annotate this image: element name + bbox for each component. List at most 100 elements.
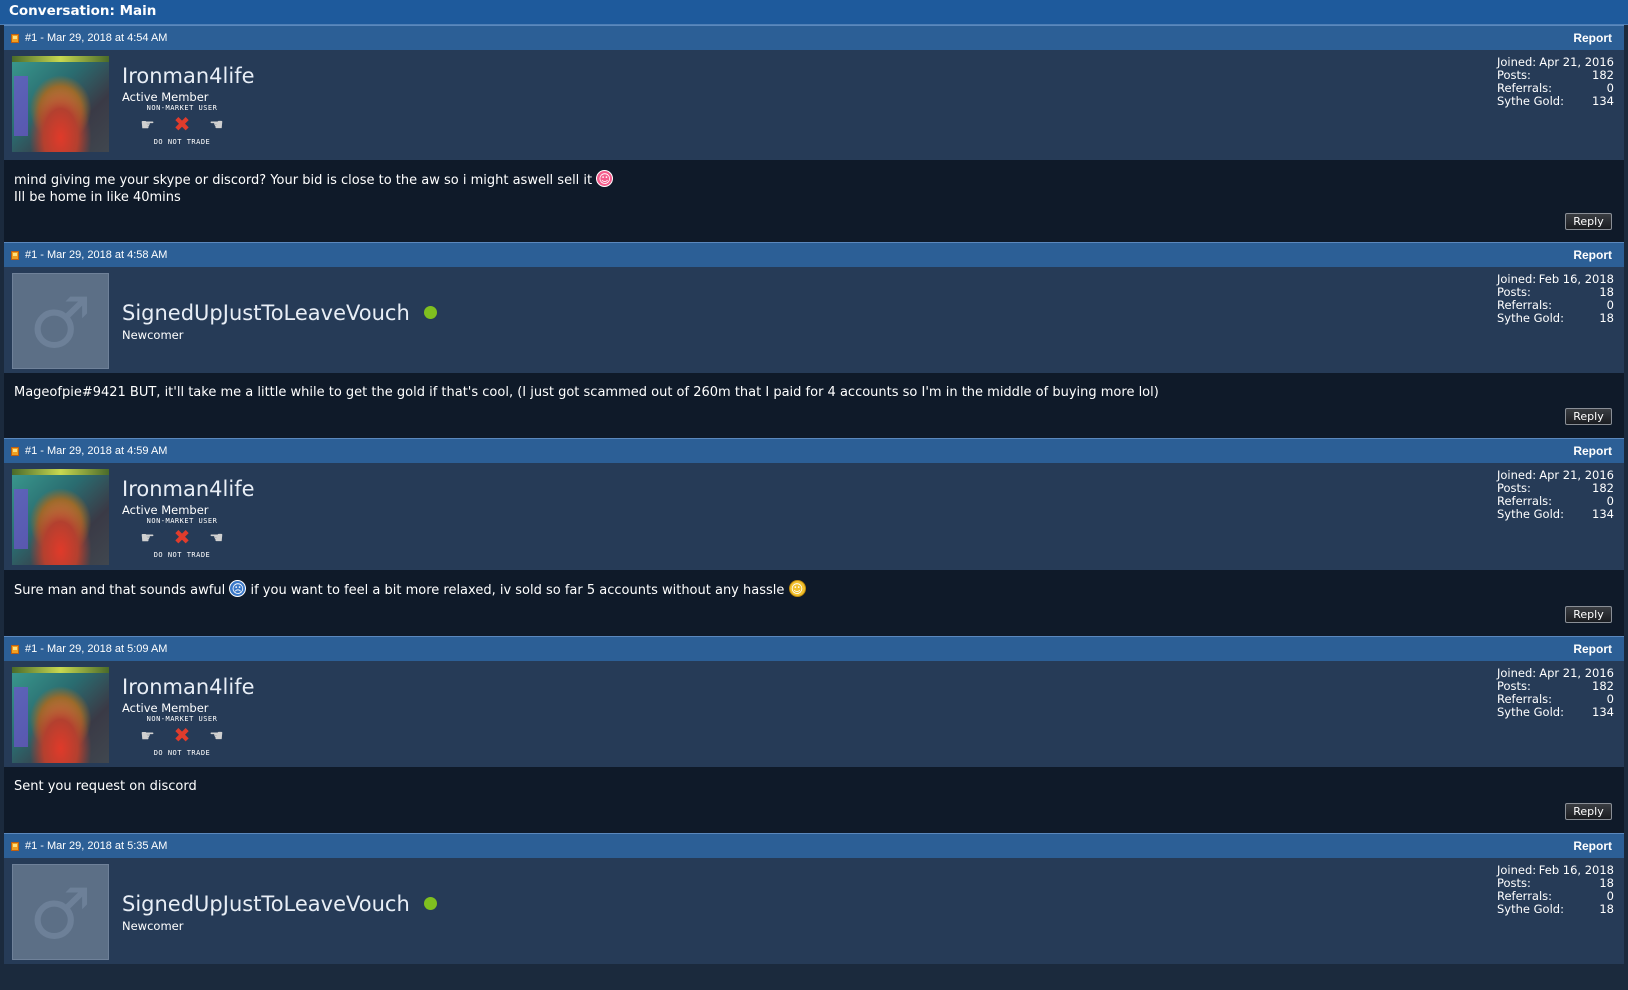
badge-bottom-text: DO NOT TRADE <box>153 551 211 559</box>
user-title: Active Member <box>122 701 209 715</box>
user-info: ♂ SignedUpJustToLeaveVouch Newcomer Join… <box>4 267 1624 373</box>
message-text: Sure man and that sounds awful <box>14 583 226 598</box>
post: #1 - Mar 29, 2018 at 4:58 AM Report ♂ Si… <box>4 242 1624 438</box>
post: #1 - Mar 29, 2018 at 4:54 AM Report Iron… <box>4 25 1624 242</box>
hand-money-icon: ☛ <box>140 725 155 745</box>
report-link[interactable]: Report <box>1573 642 1612 656</box>
hand-icon: ☚ <box>209 527 224 547</box>
report-link[interactable]: Report <box>1573 444 1612 458</box>
cross-icon: ✖ <box>173 112 191 136</box>
user-info: ♂ SignedUpJustToLeaveVouch Newcomer Join… <box>4 858 1624 964</box>
reply-button[interactable]: Reply <box>1565 606 1612 623</box>
user-title: Newcomer <box>122 919 184 933</box>
post-date[interactable]: #1 - Mar 29, 2018 at 4:58 AM <box>25 249 167 261</box>
non-market-user-badge: NON-MARKET USER ☛ ✖ ☚ DO NOT TRADE <box>131 517 233 559</box>
online-indicator-icon <box>423 896 437 910</box>
stat-gold: 134 <box>1592 94 1614 108</box>
username[interactable]: Ironman4life <box>122 675 255 699</box>
post-header: #1 - Mar 29, 2018 at 4:54 AM Report <box>4 25 1624 50</box>
reply-button[interactable]: Reply <box>1565 213 1612 230</box>
user-stats: Joined: Feb 16, 2018 Posts: 18 Referrals: 0… <box>1497 273 1614 325</box>
badge-top-text: NON-MARKET USER <box>146 715 218 723</box>
post-header: #1 - Mar 29, 2018 at 5:09 AM Report <box>4 636 1624 661</box>
post-icon <box>11 841 19 851</box>
reply-button[interactable]: Reply <box>1565 803 1612 820</box>
user-title: Active Member <box>122 90 209 104</box>
reply-button[interactable]: Reply <box>1565 408 1612 425</box>
avatar[interactable] <box>12 56 109 152</box>
hand-money-icon: ☛ <box>140 527 155 547</box>
username-text[interactable]: SignedUpJustToLeaveVouch <box>122 892 410 916</box>
user-stats: Joined: Feb 16, 2018 Posts: 18 Referrals: 0… <box>1497 864 1614 916</box>
non-market-user-badge: NON-MARKET USER ☛ ✖ ☚ DO NOT TRADE <box>131 715 233 757</box>
message-body: Sure man and that sounds awful ☹ if you … <box>4 570 1624 636</box>
user-info: Ironman4life Active Member NON-MARKET US… <box>4 463 1624 570</box>
male-symbol-icon: ♂ <box>29 282 92 364</box>
post-date[interactable]: #1 - Mar 29, 2018 at 4:54 AM <box>25 32 167 44</box>
post-icon <box>11 33 19 43</box>
badge-bottom-text: DO NOT TRADE <box>153 749 211 757</box>
message-body: Sent you request on discord Reply <box>4 767 1624 833</box>
avatar[interactable] <box>12 667 109 763</box>
username[interactable]: SignedUpJustToLeaveVouch <box>122 301 437 325</box>
post: #1 - Mar 29, 2018 at 4:59 AM Report Iron… <box>4 438 1624 636</box>
message-text: mind giving me your skype or discord? Yo… <box>14 173 593 188</box>
user-title: Newcomer <box>122 328 184 342</box>
user-stats: Joined: Apr 21, 2016 Posts: 182 Referrals:… <box>1497 667 1614 719</box>
badge-top-text: NON-MARKET USER <box>146 104 218 112</box>
cross-icon: ✖ <box>173 723 191 747</box>
online-indicator-icon <box>423 305 437 319</box>
stat-label: Sythe Gold: <box>1497 705 1564 719</box>
badge-top-text: NON-MARKET USER <box>146 517 218 525</box>
post-date[interactable]: #1 - Mar 29, 2018 at 5:35 AM <box>25 840 167 852</box>
non-market-user-badge: NON-MARKET USER ☛ ✖ ☚ DO NOT TRADE <box>131 104 233 146</box>
post: #1 - Mar 29, 2018 at 5:09 AM Report Iron… <box>4 636 1624 833</box>
username[interactable]: Ironman4life <box>122 64 255 88</box>
stat-label: Sythe Gold: <box>1497 94 1564 108</box>
post-header: #1 - Mar 29, 2018 at 4:59 AM Report <box>4 438 1624 463</box>
avatar[interactable]: ♂ <box>12 864 109 960</box>
report-link[interactable]: Report <box>1573 248 1612 262</box>
user-info: Ironman4life Active Member NON-MARKET US… <box>4 661 1624 767</box>
user-stats: Joined: Apr 21, 2016 Posts: 182 Referrals:… <box>1497 469 1614 521</box>
stat-label: Sythe Gold: <box>1497 902 1564 916</box>
stat-label: Sythe Gold: <box>1497 311 1564 325</box>
stat-label: Sythe Gold: <box>1497 507 1564 521</box>
stat-gold: 18 <box>1599 311 1614 325</box>
message-body: Mageofpie#9421 BUT, it'll take me a litt… <box>4 373 1624 438</box>
stat-gold: 18 <box>1599 902 1614 916</box>
message-text: if you want to feel a bit more relaxed, … <box>250 583 785 598</box>
post-date[interactable]: #1 - Mar 29, 2018 at 5:09 AM <box>25 643 167 655</box>
user-info: Ironman4life Active Member NON-MARKET US… <box>4 50 1624 160</box>
avatar[interactable]: ♂ <box>12 273 109 369</box>
avatar[interactable] <box>12 469 109 565</box>
user-stats: Joined: Apr 21, 2016 Posts: 182 Referrals:… <box>1497 56 1614 108</box>
message-text: Sent you request on discord <box>14 779 197 794</box>
male-symbol-icon: ♂ <box>29 873 92 955</box>
tongue-emoji-icon: ☺ <box>596 170 614 187</box>
smile-emoji-icon: ☺ <box>788 580 806 597</box>
username[interactable]: Ironman4life <box>122 477 255 501</box>
username-text[interactable]: SignedUpJustToLeaveVouch <box>122 301 410 325</box>
post: #1 - Mar 29, 2018 at 5:35 AM Report ♂ Si… <box>4 833 1624 964</box>
user-title: Active Member <box>122 503 209 517</box>
username[interactable]: SignedUpJustToLeaveVouch <box>122 892 437 916</box>
post-icon <box>11 446 19 456</box>
post-header: #1 - Mar 29, 2018 at 5:35 AM Report <box>4 833 1624 858</box>
hand-money-icon: ☛ <box>140 114 155 134</box>
badge-bottom-text: DO NOT TRADE <box>153 138 211 146</box>
post-icon <box>11 250 19 260</box>
report-link[interactable]: Report <box>1573 839 1612 853</box>
hand-icon: ☚ <box>209 114 224 134</box>
message-text: Ill be home in like 40mins <box>14 189 181 205</box>
stat-gold: 134 <box>1592 507 1614 521</box>
message-text: Mageofpie#9421 BUT, it'll take me a litt… <box>14 385 1159 400</box>
conversation-title: Conversation: Main <box>0 0 1628 25</box>
shocked-emoji-icon: ☹ <box>229 580 247 597</box>
post-header: #1 - Mar 29, 2018 at 4:58 AM Report <box>4 242 1624 267</box>
post-icon <box>11 644 19 654</box>
report-link[interactable]: Report <box>1573 31 1612 45</box>
stat-gold: 134 <box>1592 705 1614 719</box>
post-date[interactable]: #1 - Mar 29, 2018 at 4:59 AM <box>25 445 167 457</box>
message-body: mind giving me your skype or discord? Yo… <box>4 160 1624 242</box>
